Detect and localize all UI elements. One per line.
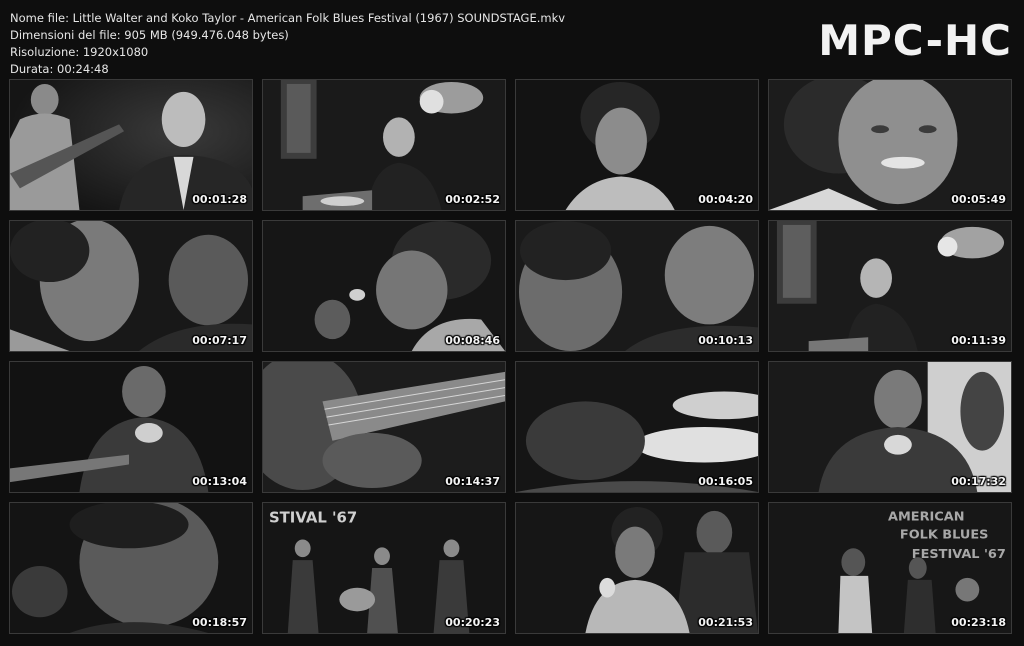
timestamp: 00:13:04	[192, 475, 247, 488]
timestamp: 00:01:28	[192, 193, 247, 206]
timestamp: 00:04:20	[698, 193, 753, 206]
thumbnail-3: 00:04:20	[515, 79, 759, 211]
timestamp: 00:11:39	[951, 334, 1006, 347]
timestamp: 00:20:23	[445, 616, 500, 629]
svg-text:AMERICAN: AMERICAN	[888, 510, 964, 525]
thumbnail-12: 00:17:32	[768, 361, 1012, 493]
thumbnail-7: 00:10:13	[515, 220, 759, 352]
svg-text:STIVAL '67: STIVAL '67	[269, 510, 357, 527]
thumbnail-grid: 00:01:28 00:02:52 00:04:20 00:05:49 00:0…	[9, 79, 1012, 634]
file-size-line: Dimensioni del file: 905 MB (949.476.048…	[10, 28, 289, 42]
thumbnail-5: 00:07:17	[9, 220, 253, 352]
timestamp: 00:14:37	[445, 475, 500, 488]
thumbnail-13: 00:18:57	[9, 502, 253, 634]
timestamp: 00:08:46	[445, 334, 500, 347]
timestamp: 00:16:05	[698, 475, 753, 488]
thumbnail-8: 00:11:39	[768, 220, 1012, 352]
thumbnail-6: 00:08:46	[262, 220, 506, 352]
timestamp: 00:23:18	[951, 616, 1006, 629]
timestamp: 00:21:53	[698, 616, 753, 629]
thumbnail-16: AMERICAN FOLK BLUES FESTIVAL '67 00:23:1…	[768, 502, 1012, 634]
thumbnail-2: 00:02:52	[262, 79, 506, 211]
thumbnail-11: 00:16:05	[515, 361, 759, 493]
timestamp: 00:02:52	[445, 193, 500, 206]
file-info: Nome file: Little Walter and Koko Taylor…	[10, 10, 565, 78]
thumbnail-14: STIVAL '67 00:20:23	[262, 502, 506, 634]
thumbnail-10: 00:14:37	[262, 361, 506, 493]
app-logo: MPC-HC	[818, 16, 1012, 65]
timestamp: 00:05:49	[951, 193, 1006, 206]
timestamp: 00:17:32	[951, 475, 1006, 488]
thumbnail-1: 00:01:28	[9, 79, 253, 211]
svg-text:FOLK BLUES: FOLK BLUES	[900, 527, 988, 542]
timestamp: 00:18:57	[192, 616, 247, 629]
resolution-line: Risoluzione: 1920x1080	[10, 45, 149, 59]
duration-line: Durata: 00:24:48	[10, 62, 109, 76]
thumbnail-15: 00:21:53	[515, 502, 759, 634]
timestamp: 00:07:17	[192, 334, 247, 347]
timestamp: 00:10:13	[698, 334, 753, 347]
file-name-line: Nome file: Little Walter and Koko Taylor…	[10, 11, 566, 25]
thumbnail-9: 00:13:04	[9, 361, 253, 493]
thumbnail-4: 00:05:49	[768, 79, 1012, 211]
svg-text:FESTIVAL '67: FESTIVAL '67	[912, 547, 1006, 562]
